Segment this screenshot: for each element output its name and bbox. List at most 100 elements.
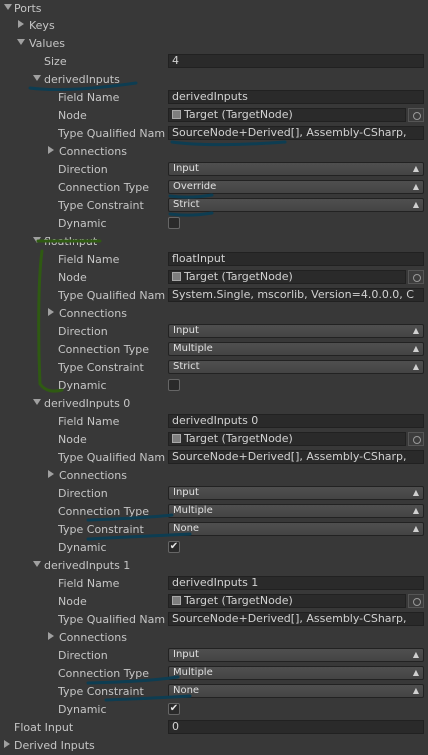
dropdown[interactable]: Strict ▲︎ — [168, 360, 424, 374]
dropdown-arrow-icon: ▲︎ — [412, 668, 419, 677]
field-name-input[interactable]: derivedInputs 1 — [168, 576, 424, 590]
connection-type-row: Connection Type Override ▲︎ — [0, 179, 428, 197]
dropdown[interactable]: Multiple ▲︎ — [168, 504, 424, 518]
type-constraint-row: Type Constraint None ▲︎ — [0, 521, 428, 539]
size-label: Size — [44, 55, 67, 68]
connection-type-label: Connection Type — [58, 505, 150, 518]
dynamic-checkbox[interactable]: ✔ — [168, 541, 180, 553]
connection-type-label: Connection Type — [58, 181, 150, 194]
type-qualified-label: Type Qualified Nam — [58, 613, 166, 626]
triangle-down-icon[interactable] — [33, 399, 41, 405]
field-name-input[interactable]: floatInput — [168, 252, 424, 266]
float-input-field[interactable]: 0 — [168, 720, 424, 734]
triangle-right-icon[interactable] — [48, 146, 54, 154]
dropdown[interactable]: Multiple ▲︎ — [168, 342, 424, 356]
type-constraint-row: Type Constraint Strict ▲︎ — [0, 359, 428, 377]
triangle-right-icon[interactable] — [48, 308, 54, 316]
type-constraint-label: Type Constraint — [58, 199, 144, 212]
direction-label: Direction — [58, 487, 108, 500]
direction-row: Direction Input ▲︎ — [0, 485, 428, 503]
ports-foldout[interactable]: Ports — [0, 0, 428, 18]
connection-type-label: Connection Type — [58, 343, 150, 356]
port-foldout-1: floatInput — [0, 233, 428, 251]
dynamic-checkbox[interactable] — [168, 379, 180, 391]
type-constraint-row: Type Constraint None ▲︎ — [0, 683, 428, 701]
dropdown-arrow-icon: ▲︎ — [412, 524, 419, 533]
type-constraint-row: Type Constraint Strict ▲︎ — [0, 197, 428, 215]
dropdown-arrow-icon: ▲︎ — [412, 200, 419, 209]
node-object-field[interactable]: Target (TargetNode) — [168, 432, 406, 446]
dropdown[interactable]: Multiple ▲︎ — [168, 666, 424, 680]
dropdown-arrow-icon: ▲︎ — [412, 344, 419, 353]
derived-inputs-foldout[interactable]: Derived Inputs — [0, 737, 428, 755]
scriptable-object-icon — [172, 110, 181, 119]
dropdown[interactable]: Strict ▲︎ — [168, 198, 424, 212]
direction-row: Direction Input ▲︎ — [0, 647, 428, 665]
dropdown-value: Input — [173, 487, 199, 498]
dropdown-value: None — [173, 523, 200, 534]
dropdown-arrow-icon: ▲︎ — [412, 686, 419, 695]
object-picker-icon[interactable] — [408, 270, 424, 284]
float-input-label: Float Input — [14, 721, 74, 734]
node-value: Target (TargetNode) — [184, 594, 293, 607]
dropdown[interactable]: None ▲︎ — [168, 522, 424, 536]
keys-foldout[interactable]: Keys — [0, 17, 428, 35]
type-qualified-input[interactable]: SourceNode+Derived[], Assembly-CSharp, — [168, 612, 424, 626]
values-label: Values — [29, 37, 65, 50]
triangle-right-icon[interactable] — [48, 632, 54, 640]
triangle-down-icon[interactable] — [33, 237, 41, 243]
values-foldout[interactable]: Values — [0, 35, 428, 53]
triangle-down-icon[interactable] — [17, 39, 25, 45]
triangle-down-icon[interactable] — [33, 75, 41, 81]
connections-foldout: Connections — [0, 629, 428, 647]
triangle-down-icon[interactable] — [4, 4, 12, 10]
connections-label: Connections — [59, 307, 127, 320]
triangle-right-icon[interactable] — [48, 470, 54, 478]
node-label: Node — [58, 271, 87, 284]
node-object-field[interactable]: Target (TargetNode) — [168, 270, 406, 284]
connections-foldout: Connections — [0, 143, 428, 161]
connection-type-row: Connection Type Multiple ▲︎ — [0, 341, 428, 359]
port-foldout-2: derivedInputs 0 — [0, 395, 428, 413]
direction-label: Direction — [58, 649, 108, 662]
scriptable-object-icon — [172, 272, 181, 281]
dynamic-checkbox[interactable] — [168, 217, 180, 229]
type-qualified-input[interactable]: SourceNode+Derived[], Assembly-CSharp, — [168, 450, 424, 464]
dropdown[interactable]: Input ▲︎ — [168, 648, 424, 662]
field-name-label: Field Name — [58, 253, 120, 266]
connections-label: Connections — [59, 469, 127, 482]
dynamic-label: Dynamic — [58, 703, 107, 716]
node-row: Node Target (TargetNode) — [0, 431, 428, 449]
triangle-right-icon[interactable] — [18, 20, 24, 28]
port-header-label: floatInput — [44, 235, 98, 248]
node-object-field[interactable]: Target (TargetNode) — [168, 594, 406, 608]
object-picker-icon[interactable] — [408, 432, 424, 446]
dropdown-value: Strict — [173, 361, 200, 372]
triangle-down-icon[interactable] — [33, 561, 41, 567]
dropdown[interactable]: Input ▲︎ — [168, 486, 424, 500]
port-header-label: derivedInputs 1 — [44, 559, 131, 572]
object-picker-icon[interactable] — [408, 594, 424, 608]
object-picker-icon[interactable] — [408, 108, 424, 122]
type-qualified-input[interactable]: System.Single, mscorlib, Version=4.0.0.0… — [168, 288, 424, 302]
scriptable-object-icon — [172, 596, 181, 605]
dynamic-label: Dynamic — [58, 217, 107, 230]
dropdown-value: Strict — [173, 199, 200, 210]
dropdown-value: Multiple — [173, 667, 213, 678]
dropdown-arrow-icon: ▲︎ — [412, 164, 419, 173]
dropdown[interactable]: Override ▲︎ — [168, 180, 424, 194]
dropdown[interactable]: Input ▲︎ — [168, 324, 424, 338]
connections-label: Connections — [59, 631, 127, 644]
dropdown[interactable]: Input ▲︎ — [168, 162, 424, 176]
field-name-input[interactable]: derivedInputs — [168, 90, 424, 104]
dropdown-value: Multiple — [173, 343, 213, 354]
node-value: Target (TargetNode) — [184, 270, 293, 283]
type-qualified-input[interactable]: SourceNode+Derived[], Assembly-CSharp, — [168, 126, 424, 140]
size-row: Size 4 — [0, 53, 428, 71]
dropdown[interactable]: None ▲︎ — [168, 684, 424, 698]
dynamic-checkbox[interactable]: ✔ — [168, 703, 180, 715]
node-object-field[interactable]: Target (TargetNode) — [168, 108, 406, 122]
size-field[interactable]: 4 — [168, 54, 424, 68]
node-value: Target (TargetNode) — [184, 432, 293, 445]
field-name-input[interactable]: derivedInputs 0 — [168, 414, 424, 428]
